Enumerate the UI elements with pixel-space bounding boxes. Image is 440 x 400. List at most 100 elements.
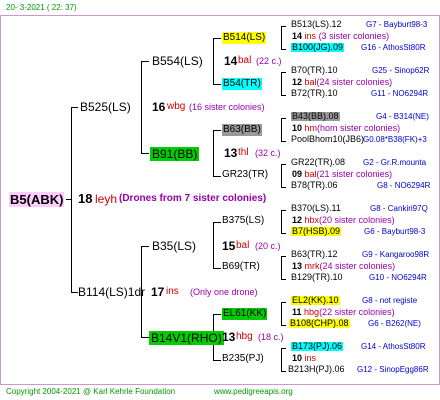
sire-generation: 17 [151, 285, 165, 299]
sire-queen[interactable]: B114(LS)1dr [78, 286, 145, 298]
g3-queen-5[interactable]: B375(LS) [222, 216, 264, 226]
dam-dam-generation: 14 [224, 54, 238, 68]
timestamp: 20- 3-2021 ( 22: 37) [6, 3, 77, 12]
connector [281, 302, 282, 326]
connector [281, 187, 286, 188]
sire-dam-note: (20 c.) [255, 241, 281, 251]
connector [281, 325, 286, 326]
dam-dam-queen[interactable]: B554(LS) [152, 55, 203, 67]
g4-link-12[interactable]: G10 - NO6294R [369, 274, 427, 282]
g3-info-5: 12 hbx(20 sister colonies) [292, 215, 395, 225]
g4-queen-9[interactable]: B370(LS).11 [291, 204, 341, 213]
g4-link-6[interactable]: G0.08*B38(FK)+3 [363, 136, 427, 144]
root-relation: leyh [95, 192, 118, 206]
connector [281, 95, 286, 96]
g4-queen-5[interactable]: B43(BB).08 [291, 112, 340, 121]
connector [141, 61, 142, 154]
sire-dam-relation: bal [236, 240, 250, 251]
sire-relation: ins [166, 286, 179, 297]
sire-sire-generation: 13 [222, 330, 236, 344]
g4-link-5[interactable]: G4 - B314(NE) [376, 113, 429, 121]
g4-queen-11[interactable]: B63(TR).12 [291, 250, 338, 259]
g4-queen-1[interactable]: B513(LS).12 [291, 20, 342, 29]
connector [213, 84, 221, 85]
connector [281, 302, 286, 303]
dam-sire-queen[interactable]: B91(BB) [150, 147, 200, 161]
connector [213, 38, 214, 85]
sire-dam-generation: 15 [222, 239, 236, 253]
root-queen[interactable]: B5(ABK) [9, 192, 65, 207]
g4-queen-12[interactable]: B129(TR).10 [291, 273, 343, 282]
connector [141, 61, 149, 62]
g4-link-11[interactable]: G9 - Kangaroo98R [362, 251, 429, 259]
g4-queen-7[interactable]: GR22(TR).08 [291, 158, 345, 167]
dam-note: (16 sister colonies) [189, 102, 265, 112]
connector [213, 176, 221, 177]
g4-link-4[interactable]: G11 - NO6294R [371, 90, 428, 98]
g3-queen-1[interactable]: B514(LS) [222, 32, 267, 44]
connector [281, 348, 282, 372]
g4-link-16[interactable]: G12 - SinopEgg86R [357, 366, 429, 374]
dam-dam-relation: bal [238, 55, 252, 66]
g4-link-7[interactable]: G2 - Gr.R.mounta [363, 159, 426, 167]
connector [281, 348, 286, 349]
connector [281, 233, 286, 234]
g3-queen-4[interactable]: GR23(TR) [222, 170, 268, 180]
g4-link-14[interactable]: G6 - B262(NE) [368, 320, 421, 328]
sire-dam-queen[interactable]: B35(LS) [152, 240, 196, 252]
g4-queen-15[interactable]: B173(PJ).06 [291, 342, 344, 351]
dam-relation: wbg [167, 101, 186, 112]
g3-info-7: 11 hbg(22 sister colonies) [292, 307, 395, 317]
g3-info-1: 14 ins (3 sister colonies) [292, 31, 390, 41]
connector [71, 292, 78, 293]
g4-queen-14[interactable]: B108(CHP).08 [289, 319, 350, 328]
g3-queen-7[interactable]: EL61(KK) [222, 308, 268, 320]
g4-queen-4[interactable]: B72(TR).10 [291, 89, 338, 98]
connector [281, 26, 286, 27]
connector [281, 72, 286, 73]
g4-queen-6[interactable]: PoolBhom10(JB6) [291, 135, 364, 144]
connector [281, 279, 286, 280]
g4-link-15[interactable]: G14 - AthosSt80R [361, 343, 425, 351]
g3-queen-6[interactable]: B69(TR) [222, 262, 260, 272]
connector [281, 49, 286, 50]
g3-info-8: 10 ins [292, 353, 317, 363]
g4-link-13[interactable]: G8 - not registe [362, 297, 417, 305]
g4-queen-16[interactable]: B213H(PJ).06 [288, 365, 345, 374]
g4-queen-3[interactable]: B70(TR).10 [291, 66, 338, 75]
g3-queen-2[interactable]: B54(TR) [222, 78, 262, 90]
site-link[interactable]: www.pedigreeapis.org [214, 388, 293, 396]
dam-queen[interactable]: B525(LS) [80, 101, 131, 113]
connector [141, 337, 149, 338]
connector [213, 130, 214, 177]
g4-link-8[interactable]: G8 - NO6294R [377, 182, 430, 190]
connector [213, 222, 221, 223]
connector [213, 222, 214, 269]
g4-link-1[interactable]: G7 - Bayburt98-3 [366, 21, 427, 29]
connector [281, 164, 282, 188]
g4-queen-8[interactable]: B78(TR).06 [291, 181, 338, 190]
g4-queen-2[interactable]: B100(JG).09 [291, 43, 345, 52]
g4-link-2[interactable]: G16 - AthosSt80R [361, 44, 425, 52]
root-generation: 18 [78, 191, 93, 206]
sire-note: (Only one drone) [190, 287, 258, 297]
g3-queen-3[interactable]: B63(BB) [222, 124, 262, 136]
g3-info-2: 12 bal(24 sister colonies) [292, 77, 393, 87]
g3-info-6: 13 mrk(24 sister colonies) [292, 261, 396, 271]
connector [213, 268, 221, 269]
g4-queen-13[interactable]: EL2(KK).10 [291, 296, 340, 305]
copyright-text: Copyright 2004-2021 @ Karl Kehrle Founda… [6, 387, 176, 396]
connector [281, 141, 286, 142]
g4-link-9[interactable]: G8 - Cankiri97Q [370, 205, 428, 213]
connector [281, 26, 282, 50]
g3-queen-8[interactable]: B235(PJ) [222, 354, 264, 364]
connector [71, 107, 78, 108]
connector [141, 246, 149, 247]
sire-sire-note: (18 c.) [258, 332, 284, 342]
connector [281, 210, 282, 234]
g4-link-10[interactable]: G6 - Bayburt98-3 [364, 228, 425, 236]
sire-sire-queen[interactable]: B14V1(RHO) [149, 331, 224, 345]
g4-link-3[interactable]: G25 - Sinop62R [372, 67, 429, 75]
g4-queen-10[interactable]: B7(HSB).09 [291, 227, 342, 236]
dam-sire-generation: 13 [224, 146, 238, 160]
